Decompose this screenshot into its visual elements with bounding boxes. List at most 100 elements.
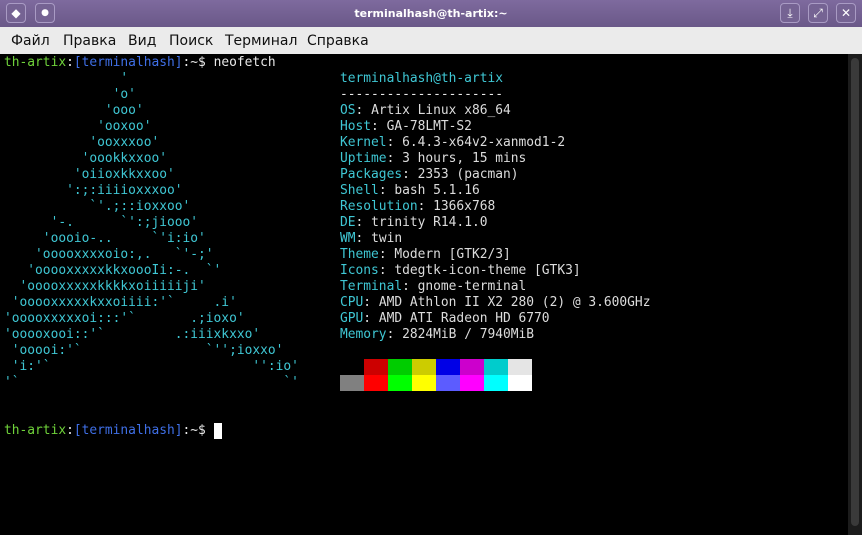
info-row: Theme: Modern [GTK2/3] bbox=[340, 247, 511, 262]
info-value: 1366x768 bbox=[433, 199, 496, 214]
palette-swatch bbox=[436, 359, 460, 375]
logo-line: 'ooooxxxxxkkkkxoiiiiiji' bbox=[4, 279, 206, 294]
prompt-user: [terminalhash] bbox=[73, 55, 183, 70]
info-row: Uptime: 3 hours, 15 mins bbox=[340, 151, 527, 166]
info-row: Resolution: 1366x768 bbox=[340, 199, 496, 214]
prompt-dollar: $ bbox=[198, 55, 206, 70]
info-value: 3 hours, 15 mins bbox=[402, 151, 527, 166]
palette-swatch bbox=[364, 359, 388, 375]
logo-line: '-. `':;jiooo' bbox=[4, 215, 199, 230]
logo-line: 'ooo' bbox=[4, 103, 144, 118]
info-value: gnome-terminal bbox=[417, 279, 527, 294]
logo-line: ' bbox=[4, 71, 129, 86]
info-value: GA-78LMT-S2 bbox=[386, 119, 472, 134]
menu-edit[interactable]: Правка bbox=[63, 27, 116, 54]
info-key: Host bbox=[340, 119, 372, 134]
palette-swatch bbox=[460, 375, 484, 391]
info-row: Terminal: gnome-terminal bbox=[340, 279, 527, 294]
info-value: Modern [GTK2/3] bbox=[394, 247, 511, 262]
menu-search[interactable]: Поиск bbox=[169, 27, 213, 54]
logo-line: '` `' bbox=[4, 375, 299, 390]
info-row: WM: twin bbox=[340, 231, 403, 246]
prompt-host: th-artix bbox=[4, 423, 67, 438]
info-row: Icons: tdegtk-icon-theme [GTK3] bbox=[340, 263, 581, 278]
logo-line: 'oiioxkkxxoo' bbox=[4, 167, 175, 182]
info-row: DE: trinity R14.1.0 bbox=[340, 215, 488, 230]
logo-line: 'ooooxxxxoio:,. `'-;' bbox=[4, 247, 214, 262]
info-row: Memory: 2824MiB / 7940MiB bbox=[340, 327, 535, 342]
palette-swatch bbox=[388, 359, 412, 375]
palette-swatch bbox=[364, 375, 388, 391]
info-value: AMD Athlon II X2 280 (2) @ 3.600GHz bbox=[378, 295, 651, 310]
menu-terminal[interactable]: Терминал bbox=[225, 27, 297, 54]
prompt-path: :~ bbox=[182, 55, 199, 70]
palette-swatch bbox=[340, 375, 364, 391]
scrollbar-thumb[interactable] bbox=[851, 58, 859, 526]
logo-line: `'.;::ioxxoo' bbox=[4, 199, 191, 214]
prompt-line-2: th-artix:[terminalhash]:~$ bbox=[4, 423, 222, 439]
menu-file[interactable]: Файл bbox=[11, 27, 50, 54]
prompt-sep: : bbox=[66, 423, 74, 438]
logo-line: 'ooxoo' bbox=[4, 119, 152, 134]
info-key: Shell bbox=[340, 183, 379, 198]
info-key: Icons bbox=[340, 263, 379, 278]
info-value: 2824MiB / 7940MiB bbox=[402, 327, 535, 342]
prompt-host: th-artix bbox=[4, 55, 67, 70]
logo-line: 'oookkxxoo' bbox=[4, 151, 167, 166]
logo-line: 'i:'` '':io' bbox=[4, 359, 299, 374]
info-key: GPU bbox=[340, 311, 364, 326]
close-button[interactable]: ✕ bbox=[836, 3, 856, 23]
info-value: trinity R14.1.0 bbox=[371, 215, 488, 230]
logo-line: 'oooio-.. `'i:io' bbox=[4, 231, 206, 246]
info-value: bash 5.1.16 bbox=[394, 183, 480, 198]
scrollbar[interactable] bbox=[848, 54, 862, 535]
palette-swatch bbox=[388, 375, 412, 391]
menu-help[interactable]: Справка bbox=[307, 27, 369, 54]
prompt-sep: : bbox=[66, 55, 74, 70]
info-value: tdegtk-icon-theme [GTK3] bbox=[394, 263, 581, 278]
info-key: Kernel bbox=[340, 135, 387, 150]
logo-line: 'ooooxooi::'` .:iiixkxxo' bbox=[4, 327, 261, 342]
info-key: WM bbox=[340, 231, 356, 246]
logo-line: 'ooooxxxxxkxxoiiii:'` .i' bbox=[4, 295, 237, 310]
logo-line: ':;:iiiioxxxoo' bbox=[4, 183, 183, 198]
palette-swatch bbox=[484, 375, 508, 391]
info-key: CPU bbox=[340, 295, 364, 310]
logo-line: 'o' bbox=[4, 87, 136, 102]
info-row: Shell: bash 5.1.16 bbox=[340, 183, 480, 198]
info-value: 2353 (pacman) bbox=[417, 167, 519, 182]
info-row: Host: GA-78LMT-S2 bbox=[340, 119, 472, 134]
terminal-window: ◆ ● terminalhash@th-artix:~ ⤓ ⤢ ✕ Файл П… bbox=[0, 0, 862, 535]
info-key: DE bbox=[340, 215, 356, 230]
terminal-output[interactable]: th-artix:[terminalhash]:~$ neofetch ' 'o… bbox=[0, 54, 848, 535]
info-row: GPU: AMD ATI Radeon HD 6770 bbox=[340, 311, 550, 326]
title-bar[interactable]: ◆ ● terminalhash@th-artix:~ ⤓ ⤢ ✕ bbox=[0, 0, 862, 27]
info-value: 6.4.3-x64v2-xanmod1-2 bbox=[402, 135, 566, 150]
info-header: terminalhash@th-artix bbox=[340, 71, 503, 86]
text-cursor bbox=[213, 423, 222, 439]
logo-line: 'ooxxxoo' bbox=[4, 135, 160, 150]
info-key: OS bbox=[340, 103, 356, 118]
menu-view[interactable]: Вид bbox=[128, 27, 156, 54]
maximize-button[interactable]: ⤢ bbox=[808, 3, 828, 23]
info-key: Memory bbox=[340, 327, 387, 342]
palette-swatch bbox=[460, 359, 484, 375]
prompt-path: :~ bbox=[182, 423, 199, 438]
info-key: Theme bbox=[340, 247, 379, 262]
palette-swatch bbox=[508, 359, 532, 375]
palette-swatch bbox=[484, 359, 508, 375]
info-value: twin bbox=[371, 231, 403, 246]
info-key: Resolution bbox=[340, 199, 418, 214]
logo-line: 'ooooxxxxxoi:::'` .;ioxo' bbox=[4, 311, 245, 326]
minimize-button[interactable]: ⤓ bbox=[780, 3, 800, 23]
info-row: OS: Artix Linux x86_64 bbox=[340, 103, 511, 118]
palette-swatch bbox=[508, 375, 532, 391]
info-row: CPU: AMD Athlon II X2 280 (2) @ 3.600GHz bbox=[340, 295, 651, 310]
menu-bar: Файл Правка Вид Поиск Терминал Справка bbox=[0, 27, 862, 54]
palette-swatch bbox=[412, 359, 436, 375]
palette-swatch bbox=[412, 375, 436, 391]
info-key: Uptime bbox=[340, 151, 387, 166]
info-rule: --------------------- bbox=[340, 87, 503, 102]
info-value: Artix Linux x86_64 bbox=[371, 103, 511, 118]
prompt-line: th-artix:[terminalhash]:~$ neofetch bbox=[4, 55, 276, 71]
